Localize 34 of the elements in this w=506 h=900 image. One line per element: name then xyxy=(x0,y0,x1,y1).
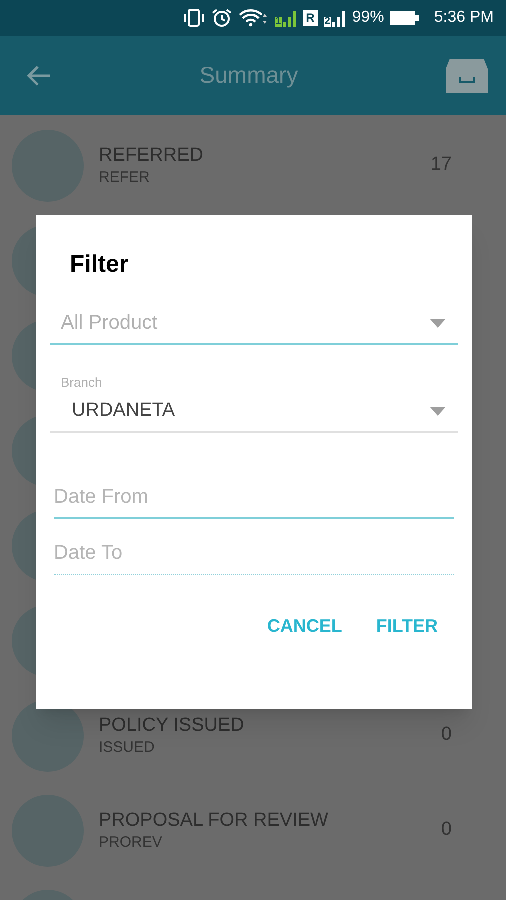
dialog-title: Filter xyxy=(70,250,130,280)
signal-icon xyxy=(283,9,298,27)
vibrate-icon xyxy=(182,9,205,27)
status-title: REFERRED xyxy=(99,144,205,168)
sim-slot-number: 1 xyxy=(274,17,282,27)
dialog-button[interactable]: FILTER xyxy=(364,605,450,648)
field-label: Branch xyxy=(61,375,104,391)
status-code: REFER xyxy=(99,168,151,188)
field-value: URDANETA xyxy=(72,398,176,423)
back-arrow-icon[interactable] xyxy=(26,64,52,86)
battery-icon xyxy=(390,10,420,26)
battery-percent: 99% xyxy=(352,8,384,28)
status-code: PROREV xyxy=(99,832,164,852)
status-title: PROPOSAL FOR REVIEW xyxy=(99,808,330,832)
status-code: ISSUED xyxy=(99,738,156,758)
inbox-tray-icon[interactable] xyxy=(446,56,488,94)
dialog-button[interactable]: CANCEL xyxy=(255,605,354,648)
dropdown-caret-icon xyxy=(430,406,446,416)
dropdown-caret-icon xyxy=(430,318,446,328)
wifi-icon xyxy=(238,9,269,27)
alarm-clock-icon xyxy=(210,8,233,28)
status-count: 0 xyxy=(441,723,452,748)
dropdown-field[interactable]: All Product xyxy=(50,283,458,345)
sim-slot-number: 2 xyxy=(324,17,332,27)
toolbar-title: Summary xyxy=(200,61,298,90)
clock-time: 5:36 PM xyxy=(434,8,494,28)
signal-icon xyxy=(332,9,346,27)
status-title: POLICY ISSUED xyxy=(99,714,246,738)
date-input-field[interactable]: Date From xyxy=(54,477,454,519)
roaming-indicator: R xyxy=(303,10,318,26)
field-placeholder: All Product xyxy=(61,311,158,336)
dropdown-field[interactable]: Branch URDANETA xyxy=(50,345,458,433)
status-count: 0 xyxy=(441,818,452,842)
status-count: 17 xyxy=(430,153,452,178)
